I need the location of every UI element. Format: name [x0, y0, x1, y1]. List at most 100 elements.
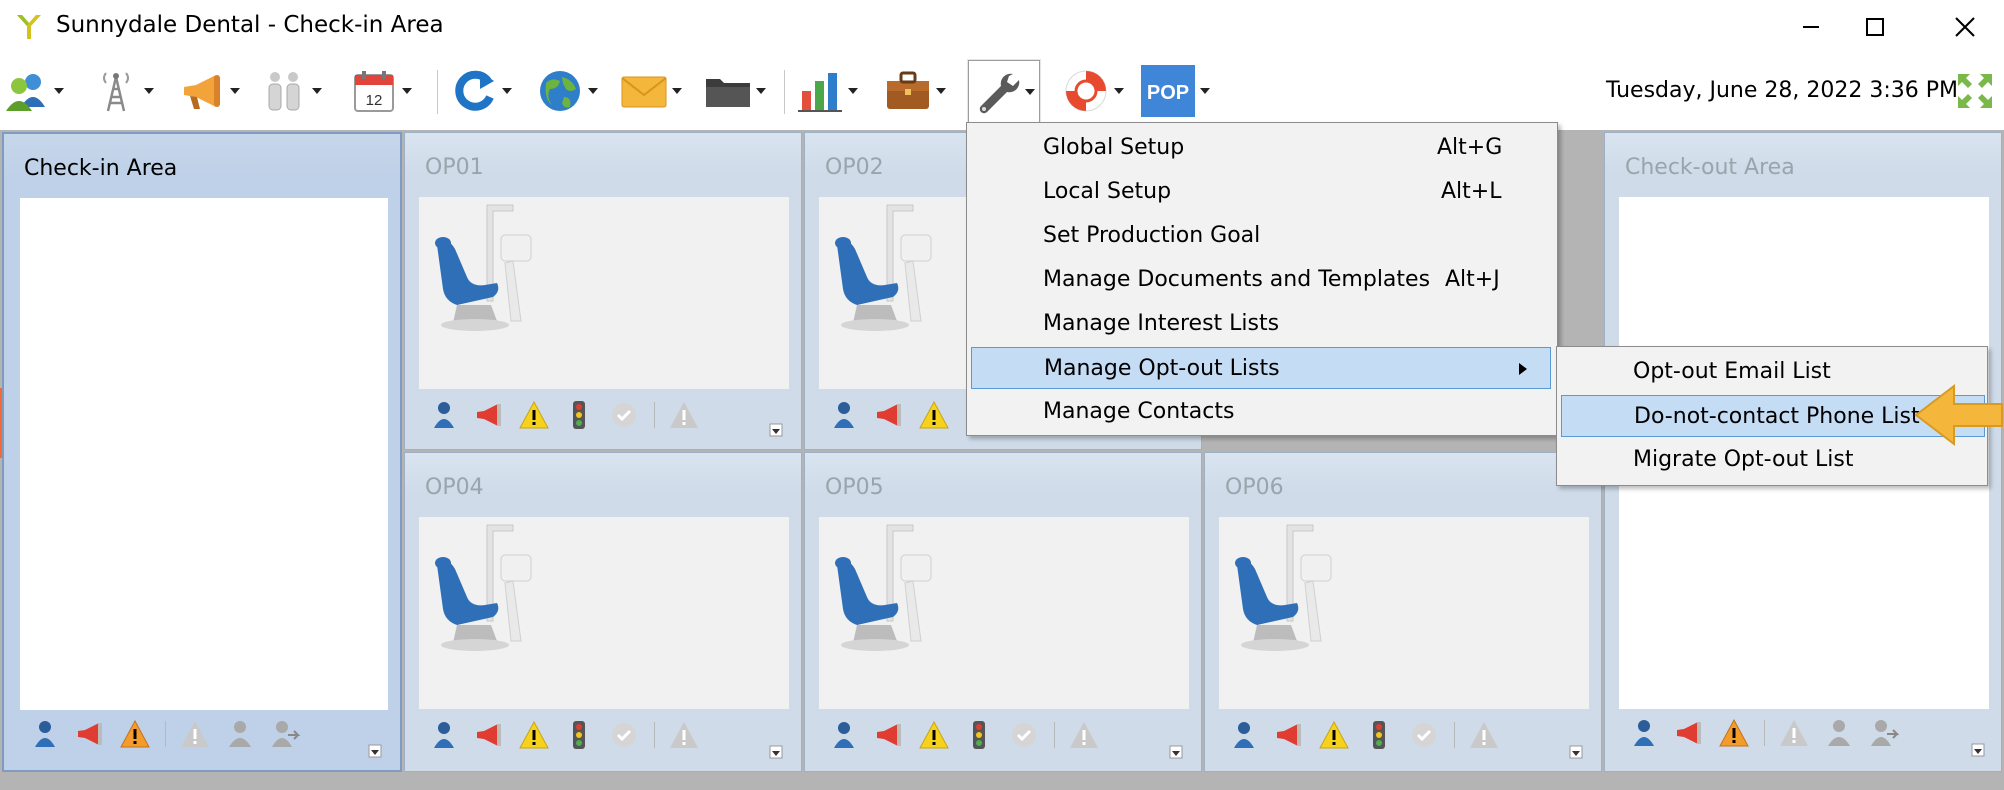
warning-disabled-icon [1070, 722, 1098, 748]
patient-icon[interactable] [1229, 720, 1259, 750]
menu-item-manage-documents[interactable]: Manage Documents and Templates Alt+J [971, 259, 1551, 301]
warning-disabled-icon [1470, 722, 1498, 748]
maximize-icon [1866, 18, 1884, 36]
operatory-area[interactable] [419, 517, 789, 709]
check-circle-icon [612, 403, 636, 427]
title-bar: Sunnydale Dental - Check-in Area [0, 0, 2004, 56]
traffic-light-icon[interactable] [564, 400, 594, 430]
traffic-light-icon[interactable] [1364, 720, 1394, 750]
maximize-button[interactable] [1848, 6, 1902, 48]
schedule-button[interactable]: 12 [350, 60, 412, 122]
megaphone-icon[interactable] [1674, 718, 1704, 748]
warning-disabled-icon [670, 402, 698, 428]
email-button[interactable] [620, 60, 682, 122]
menu-item-set-production-goal[interactable]: Set Production Goal [971, 215, 1551, 257]
chevron-down-icon [588, 88, 598, 94]
chevron-down-icon [312, 88, 322, 94]
documents-button[interactable] [704, 60, 766, 122]
patient-icon[interactable] [429, 400, 459, 430]
panel-menu-icon[interactable] [1569, 745, 1583, 759]
envelope-icon [621, 76, 667, 108]
panel-title: OP06 [1225, 475, 1284, 500]
check-circle-icon [1412, 723, 1436, 747]
alert-icon[interactable] [1319, 720, 1349, 750]
panel-menu-icon[interactable] [769, 745, 783, 759]
megaphone-icon [184, 75, 220, 109]
alert-icon[interactable] [519, 720, 549, 750]
menu-item-global-setup[interactable]: Global Setup Alt+G [971, 127, 1551, 169]
megaphone-icon[interactable] [1274, 720, 1304, 750]
web-button[interactable] [536, 60, 598, 122]
alert-icon[interactable] [919, 400, 949, 430]
panel-menu-icon[interactable] [769, 423, 783, 437]
pop-button[interactable]: POP [1140, 60, 1210, 122]
refresh-button[interactable] [450, 60, 512, 122]
panel-menu-icon[interactable] [368, 744, 382, 758]
chevron-down-icon [1114, 88, 1124, 94]
warning-disabled-icon [670, 722, 698, 748]
traffic-light-icon[interactable] [564, 720, 594, 750]
callout-arrow-icon [1914, 383, 2003, 447]
reports-button[interactable] [796, 60, 858, 122]
operatory-area[interactable] [819, 517, 1189, 709]
bar-chart-icon [798, 73, 842, 112]
panel-op04[interactable]: OP04 [404, 452, 802, 772]
panel-menu-icon[interactable] [1169, 745, 1183, 759]
operatory-area[interactable] [419, 197, 789, 389]
alert-icon[interactable] [519, 400, 549, 430]
chevron-down-icon [756, 88, 766, 94]
close-button[interactable] [1938, 6, 1992, 48]
expand-icon[interactable] [1956, 72, 1994, 110]
megaphone-icon[interactable] [474, 400, 504, 430]
menu-item-manage-interest-lists[interactable]: Manage Interest Lists [971, 303, 1551, 345]
patient-icon[interactable] [30, 719, 60, 749]
megaphone-icon[interactable] [474, 720, 504, 750]
panel-title: OP05 [825, 475, 884, 500]
person-icon [1828, 720, 1850, 746]
warning-icon[interactable] [1719, 718, 1749, 748]
panel-menu-icon[interactable] [1971, 743, 1985, 757]
warning-disabled-icon [181, 721, 209, 747]
status-bar [429, 393, 714, 437]
practice-button[interactable] [884, 60, 946, 122]
megaphone-icon[interactable] [75, 719, 105, 749]
status-bar [829, 713, 1114, 757]
patient-icon[interactable] [1629, 718, 1659, 748]
dental-chair-icon [435, 204, 532, 331]
patient-icon[interactable] [829, 720, 859, 750]
patient-icon[interactable] [829, 400, 859, 430]
panel-list-area[interactable] [20, 198, 388, 710]
folder-icon [706, 79, 750, 107]
menu-item-local-setup[interactable]: Local Setup Alt+L [971, 171, 1551, 213]
tools-button[interactable] [968, 60, 1040, 124]
menu-item-manage-opt-out-lists[interactable]: Manage Opt-out Lists [971, 347, 1551, 389]
dental-chair-icon [835, 524, 932, 651]
minimize-icon [1803, 26, 1819, 28]
alert-icon[interactable] [919, 720, 949, 750]
status-bar [30, 712, 315, 756]
help-button[interactable] [1062, 60, 1124, 122]
status-bar [829, 393, 964, 437]
shortcut-label: Alt+J [1445, 267, 1500, 292]
traffic-light-icon[interactable] [964, 720, 994, 750]
calendar-icon: 12 [354, 71, 394, 112]
megaphone-icon[interactable] [874, 720, 904, 750]
minimize-button[interactable] [1784, 6, 1838, 48]
panel-op01[interactable]: OP01 [404, 132, 802, 450]
campaigns-button[interactable] [178, 60, 240, 122]
pop-icon: POP [1141, 65, 1195, 117]
panel-op05[interactable]: OP05 [804, 452, 1202, 772]
communications-button[interactable] [92, 60, 154, 122]
operatory-area[interactable] [1219, 517, 1589, 709]
patients-button[interactable] [2, 60, 64, 122]
patient-icon[interactable] [429, 720, 459, 750]
panel-check-in-area[interactable]: Check-in Area [2, 132, 402, 772]
person-icon [229, 721, 251, 747]
warning-icon[interactable] [120, 719, 150, 749]
chevron-down-icon [502, 88, 512, 94]
staff-button[interactable] [260, 60, 322, 122]
panel-op06[interactable]: OP06 [1204, 452, 1602, 772]
menu-item-manage-contacts[interactable]: Manage Contacts [971, 391, 1551, 433]
megaphone-icon[interactable] [874, 400, 904, 430]
globe-icon [540, 71, 580, 111]
